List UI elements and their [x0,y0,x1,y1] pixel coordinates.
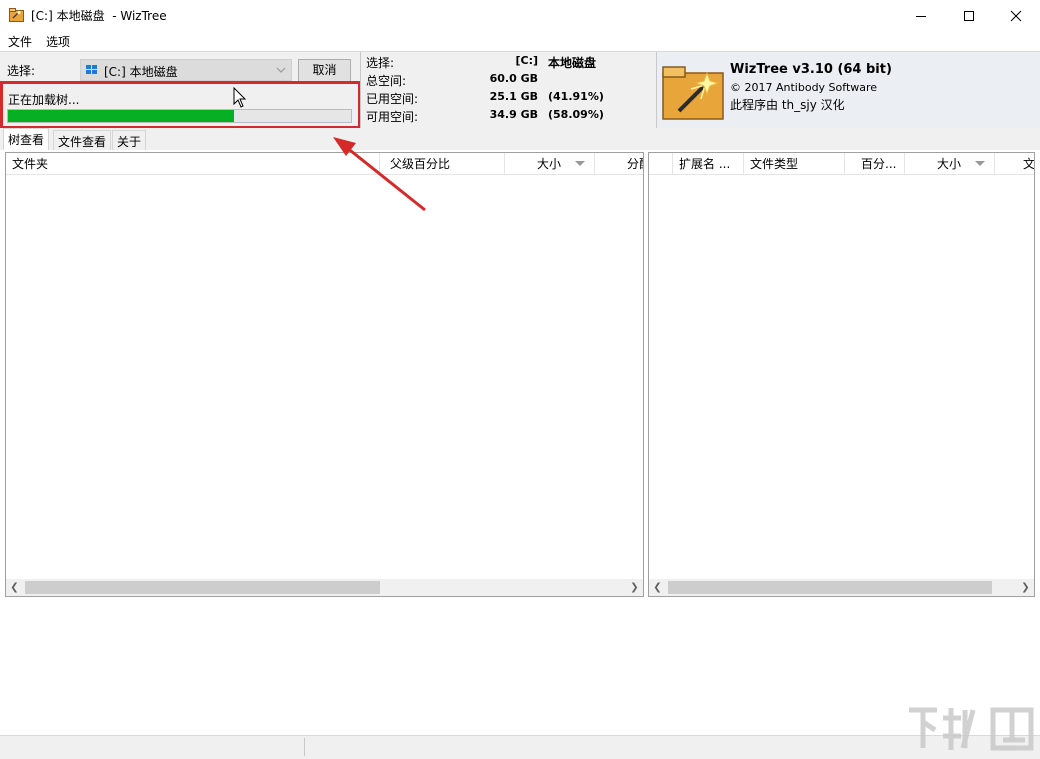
annotation-layer [233,86,426,212]
status-section-left [5,738,305,756]
mouse-cursor-icon [233,86,247,108]
site-watermark [909,707,1034,751]
annotation-arrow [333,137,426,212]
status-bar [0,735,1040,759]
